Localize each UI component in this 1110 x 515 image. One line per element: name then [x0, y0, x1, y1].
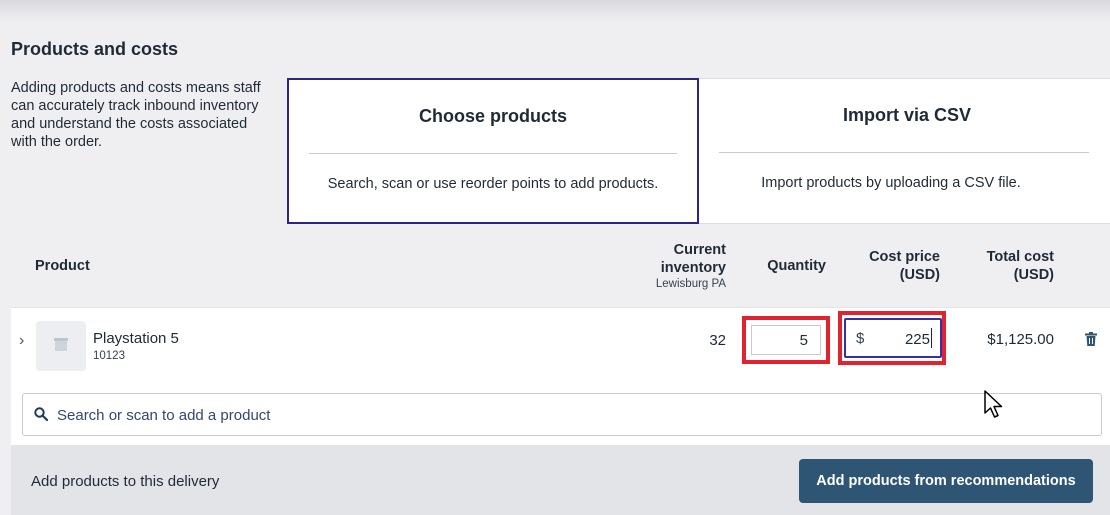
search-section	[11, 383, 1110, 445]
currency-symbol: $	[856, 330, 865, 347]
option-title: Choose products	[418, 106, 567, 126]
option-choose-products[interactable]: Choose products Search, scan or use reor…	[287, 78, 699, 224]
text-caret	[931, 328, 932, 348]
inventory-value: 32	[709, 332, 726, 349]
option-description: Search, scan or use reorder points to ad…	[327, 176, 659, 192]
inventory-header-label: Current inventory	[660, 242, 726, 276]
cost-price-input[interactable]	[870, 326, 930, 352]
column-header-quantity: Quantity	[767, 258, 826, 274]
quantity-highlight	[742, 316, 830, 364]
column-header-product: Product	[35, 258, 90, 274]
column-header-total-cost: Total cost (USD)	[986, 249, 1054, 283]
divider	[719, 152, 1089, 153]
option-title: Import via CSV	[842, 105, 972, 125]
column-header-cost-price: Cost price (USD)	[869, 249, 940, 283]
total-cost-value: $1,125.00	[987, 331, 1054, 348]
section-description: Adding products and costs means staff ca…	[11, 80, 261, 150]
cost-price-highlight: $	[838, 311, 946, 365]
trash-icon[interactable]	[1085, 332, 1097, 346]
add-from-recommendations-button[interactable]: Add products from recommendations	[799, 459, 1093, 503]
cost-price-field[interactable]: $	[844, 318, 942, 358]
top-shade	[0, 0, 1110, 22]
mouse-cursor-icon	[984, 390, 1003, 418]
footer-bar: Add products to this delivery Add produc…	[11, 445, 1110, 515]
chevron-right-icon[interactable]: ›	[19, 332, 24, 350]
column-header-inventory: Current inventory Lewisburg PA	[646, 241, 726, 291]
divider	[309, 153, 677, 154]
product-sku: 10123	[93, 350, 125, 362]
search-icon	[34, 407, 48, 421]
quantity-input[interactable]	[751, 325, 821, 355]
inventory-location: Lewisburg PA	[655, 278, 726, 290]
footer-text: Add products to this delivery	[31, 473, 220, 490]
option-import-csv[interactable]: Import via CSV Import products by upload…	[697, 78, 1110, 224]
section-title: Products and costs	[11, 39, 179, 59]
product-name: Playstation 5	[93, 330, 179, 347]
search-input[interactable]	[57, 402, 1057, 428]
search-box[interactable]	[22, 393, 1102, 436]
option-description: Import products by uploading a CSV file.	[761, 175, 1021, 191]
product-thumbnail	[36, 321, 86, 371]
box-icon	[54, 338, 68, 351]
